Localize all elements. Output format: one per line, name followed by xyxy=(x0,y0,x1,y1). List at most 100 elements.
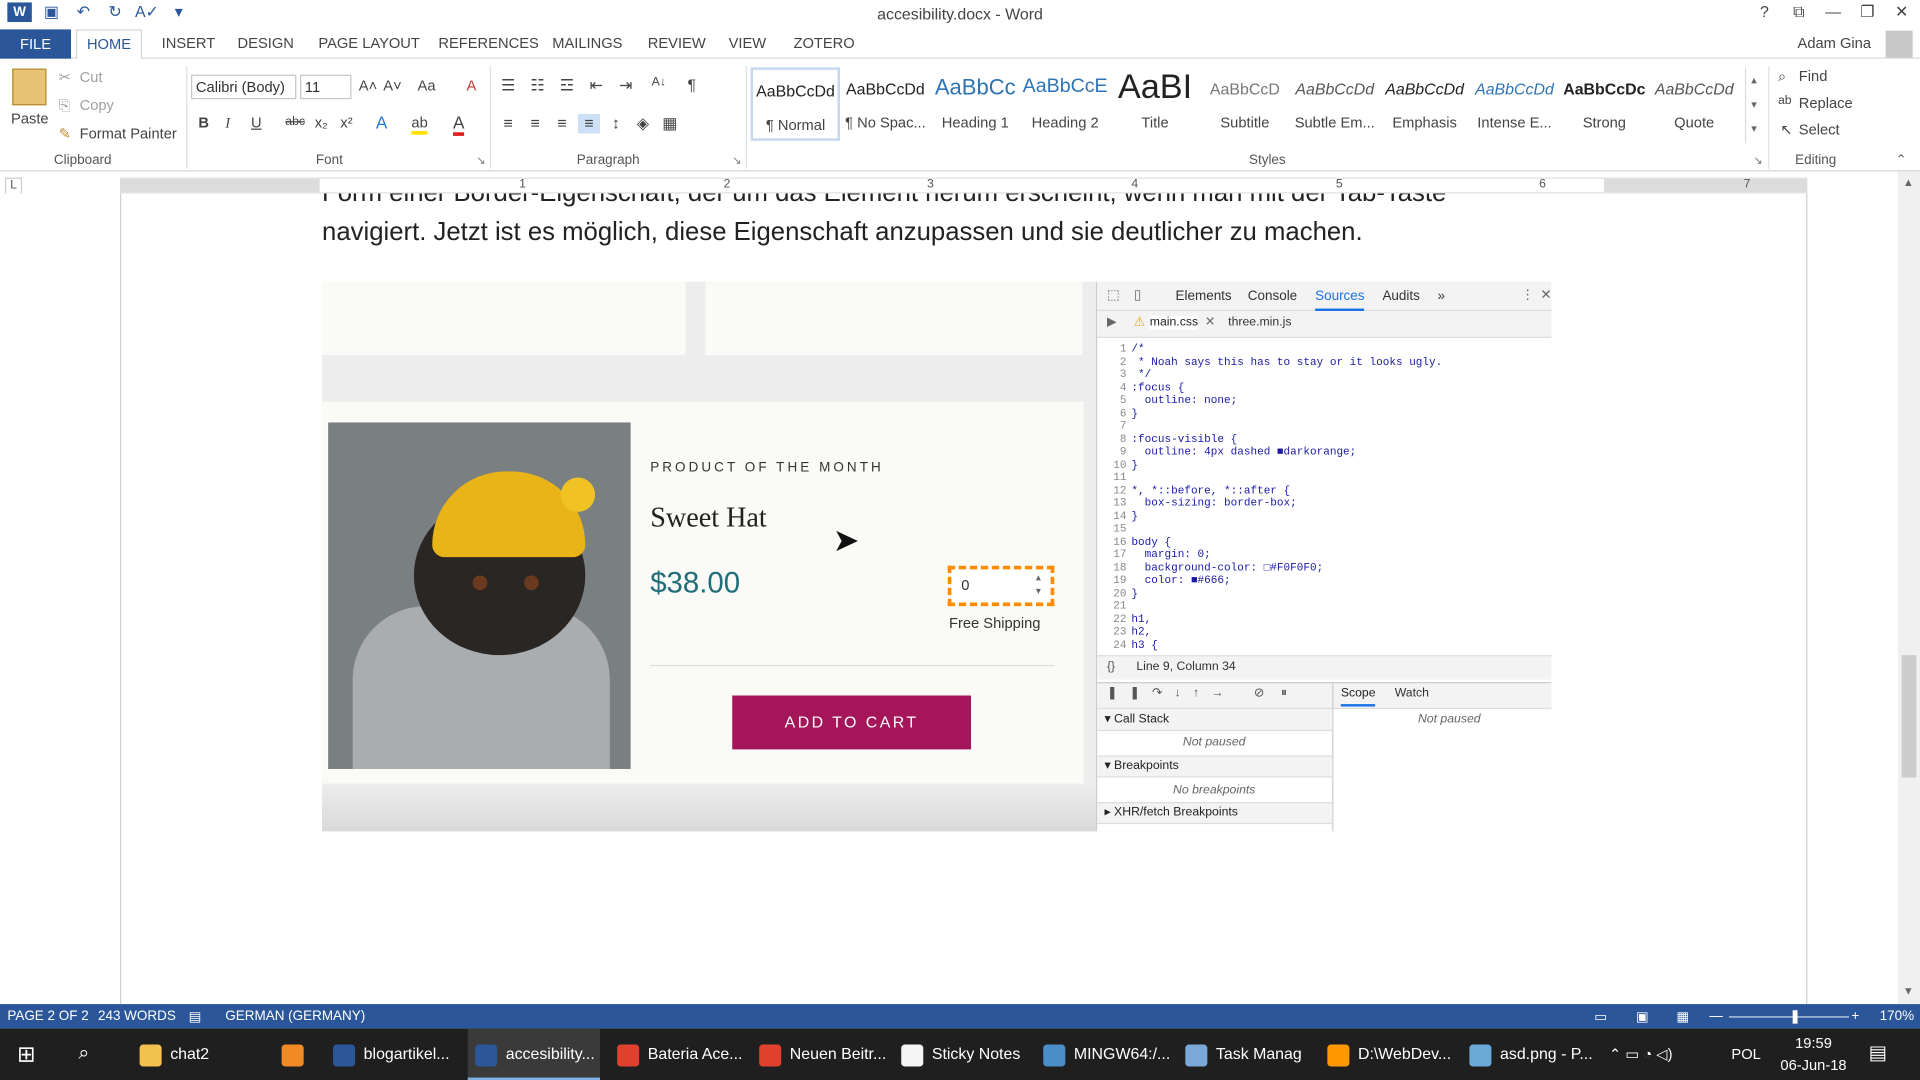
clock-date[interactable]: 06-Jun-18 xyxy=(1780,1057,1846,1074)
style-title[interactable]: AaBI Title xyxy=(1110,67,1200,140)
tab-zotero[interactable]: ZOTERO xyxy=(793,34,854,51)
vertical-scrollbar[interactable]: ▲ ▼ xyxy=(1897,171,1920,1005)
numbering-icon[interactable]: ☷ xyxy=(527,76,549,96)
taskbar-app-bateria[interactable]: Bateria Ace... xyxy=(610,1029,742,1080)
close-file-icon[interactable]: ✕ xyxy=(1205,316,1215,329)
start-icon[interactable]: ⊞ xyxy=(17,1029,35,1080)
style-normal[interactable]: AaBbCcDd ¶ Normal xyxy=(750,67,841,141)
find-icon[interactable]: ⌕ xyxy=(1778,67,1786,85)
align-right-icon[interactable]: ≡ xyxy=(551,114,573,134)
tab-review[interactable]: REVIEW xyxy=(648,34,706,51)
show-marks-icon[interactable]: ¶ xyxy=(681,76,703,96)
deactivate-breakpoints-icon[interactable]: ⊘ xyxy=(1254,687,1264,700)
copy-button[interactable]: Copy xyxy=(80,97,114,114)
taskbar-app-chat2[interactable]: chat2 xyxy=(132,1029,262,1080)
font-launcher-icon[interactable]: ↘ xyxy=(476,154,485,167)
style-strong[interactable]: AaBbCcDc Strong xyxy=(1559,67,1649,140)
devtools-tab-sources[interactable]: Sources xyxy=(1315,289,1365,312)
notifications-icon[interactable]: ▤ xyxy=(1869,1029,1888,1080)
style-quote[interactable]: AaBbCcDd Quote xyxy=(1649,67,1739,140)
style-no-spacing[interactable]: AaBbCcDd ¶ No Spac... xyxy=(840,67,930,140)
find-button[interactable]: Find xyxy=(1799,67,1828,84)
print-layout-icon[interactable]: ▣ xyxy=(1636,1009,1649,1025)
zoom-out-icon[interactable]: — xyxy=(1709,1009,1722,1024)
stepper-arrows-icon[interactable]: ▴ ▾ xyxy=(1036,571,1041,598)
minimize-button[interactable]: — xyxy=(1822,2,1844,22)
style-intense-emphasis[interactable]: AaBbCcDd Intense E... xyxy=(1470,67,1560,140)
devtools-tab-console[interactable]: Console xyxy=(1248,289,1297,304)
select-button[interactable]: Select xyxy=(1799,121,1840,138)
style-emphasis[interactable]: AaBbCcDd Emphasis xyxy=(1380,67,1470,140)
line-spacing-icon[interactable]: ↕ xyxy=(605,114,627,134)
superscript-button[interactable]: x² xyxy=(340,114,352,131)
font-size-combo[interactable]: 11 xyxy=(300,74,352,100)
bold-button[interactable]: B xyxy=(198,114,209,131)
tab-references[interactable]: REFERENCES xyxy=(438,34,538,51)
taskbar-app-vlc[interactable] xyxy=(274,1029,318,1080)
scroll-down-icon[interactable]: ▼ xyxy=(1903,984,1914,996)
tray-icons[interactable]: ⌃ ▭ ◔ ◁) xyxy=(1609,1029,1673,1080)
add-to-cart-button[interactable]: ADD TO CART xyxy=(732,695,972,750)
strikethrough-button[interactable]: abc xyxy=(285,115,305,128)
zoom-in-icon[interactable]: + xyxy=(1851,1009,1859,1024)
format-painter-button[interactable]: Format Painter xyxy=(80,125,177,142)
styles-launcher-icon[interactable]: ↘ xyxy=(1753,154,1762,167)
cut-button[interactable]: Cut xyxy=(80,69,103,86)
styles-scroll[interactable]: ▴ ▾ ▾ xyxy=(1744,67,1762,144)
scope-tab[interactable]: Scope xyxy=(1340,687,1376,707)
increase-indent-icon[interactable]: ⇥ xyxy=(615,76,637,96)
pause-exceptions-icon[interactable]: ⏸ xyxy=(1281,687,1287,700)
subscript-button[interactable]: x₂ xyxy=(315,114,328,131)
clock-time[interactable]: 19:59 xyxy=(1795,1035,1832,1052)
document-line-2[interactable]: navigiert. Jetzt ist es möglich, diese E… xyxy=(322,218,1363,247)
change-case-button[interactable]: Aa xyxy=(418,77,436,94)
maximize-button[interactable]: ❐ xyxy=(1856,2,1878,22)
sort-icon[interactable]: A↓ xyxy=(644,76,673,96)
embedded-screenshot[interactable]: PRODUCT OF THE MONTH Sweet Hat $38.00 0 … xyxy=(322,281,1552,832)
word-count[interactable]: 243 WORDS xyxy=(98,1009,176,1024)
italic-button[interactable]: I xyxy=(225,114,230,132)
avatar[interactable] xyxy=(1885,30,1913,58)
style-subtitle[interactable]: AaBbCcD Subtitle xyxy=(1200,67,1290,140)
input-language[interactable]: POL xyxy=(1731,1029,1760,1080)
paste-icon[interactable] xyxy=(12,68,47,106)
underline-button[interactable]: U xyxy=(251,114,262,131)
navigator-toggle-icon[interactable]: ▶ xyxy=(1107,316,1116,329)
devtools-tab-elements[interactable]: Elements xyxy=(1176,289,1232,304)
ribbon-display-icon[interactable]: ⧉ xyxy=(1788,2,1810,22)
ruler[interactable]: 1 2 3 4 5 6 7 xyxy=(120,177,1808,194)
multilevel-list-icon[interactable]: ☲ xyxy=(556,76,578,96)
debugger-controls-icon[interactable]: ❚❚↷↓↑→ xyxy=(1107,687,1236,700)
grow-font-button[interactable]: A˄ xyxy=(359,77,377,94)
taskbar-app-sticky-notes[interactable]: Sticky Notes xyxy=(894,1029,1026,1080)
zoom-level[interactable]: 170% xyxy=(1880,1009,1914,1024)
taskbar-app-accesibility[interactable]: accesibility... xyxy=(467,1028,601,1080)
replace-icon[interactable]: ab xyxy=(1778,94,1792,107)
tab-insert[interactable]: INSERT xyxy=(162,34,216,51)
devtools-more-tabs[interactable]: » xyxy=(1438,289,1446,304)
taskbar-app-task-manager[interactable]: Task Manag xyxy=(1178,1029,1310,1080)
close-button[interactable]: ✕ xyxy=(1891,2,1913,22)
clear-formatting-button[interactable]: A xyxy=(467,77,477,94)
taskbar-app-webdev[interactable]: D:\WebDev... xyxy=(1320,1029,1452,1080)
justify-icon[interactable]: ≡ xyxy=(577,113,601,134)
paragraph-launcher-icon[interactable]: ↘ xyxy=(732,154,741,167)
collapse-ribbon-icon[interactable]: ⌃ xyxy=(1896,152,1907,168)
align-left-icon[interactable]: ≡ xyxy=(497,114,519,134)
style-heading-2[interactable]: AaBbCcE Heading 2 xyxy=(1020,67,1110,140)
proofing-icon[interactable]: ▤ xyxy=(189,1009,202,1025)
borders-icon[interactable]: ▦ xyxy=(659,114,681,134)
zoom-slider-thumb[interactable] xyxy=(1792,1010,1798,1024)
read-mode-icon[interactable]: ▭ xyxy=(1594,1009,1607,1025)
style-subtle-emphasis[interactable]: AaBbCcDd Subtle Em... xyxy=(1290,67,1380,140)
copy-icon[interactable]: ⎘ xyxy=(59,97,71,115)
scroll-thumb[interactable] xyxy=(1901,655,1917,778)
zoom-slider[interactable] xyxy=(1728,1016,1849,1018)
format-painter-icon[interactable]: ✎ xyxy=(59,125,71,142)
tab-file[interactable]: FILE xyxy=(0,29,72,59)
tab-design[interactable]: DESIGN xyxy=(238,34,294,51)
code-editor[interactable]: /* * Noah says this has to stay or it lo… xyxy=(1131,343,1442,652)
inspect-icon[interactable]: ⬚ xyxy=(1107,287,1120,303)
file-tab-three-js[interactable]: three.min.js xyxy=(1228,316,1291,329)
help-icon[interactable]: ? xyxy=(1753,2,1775,22)
